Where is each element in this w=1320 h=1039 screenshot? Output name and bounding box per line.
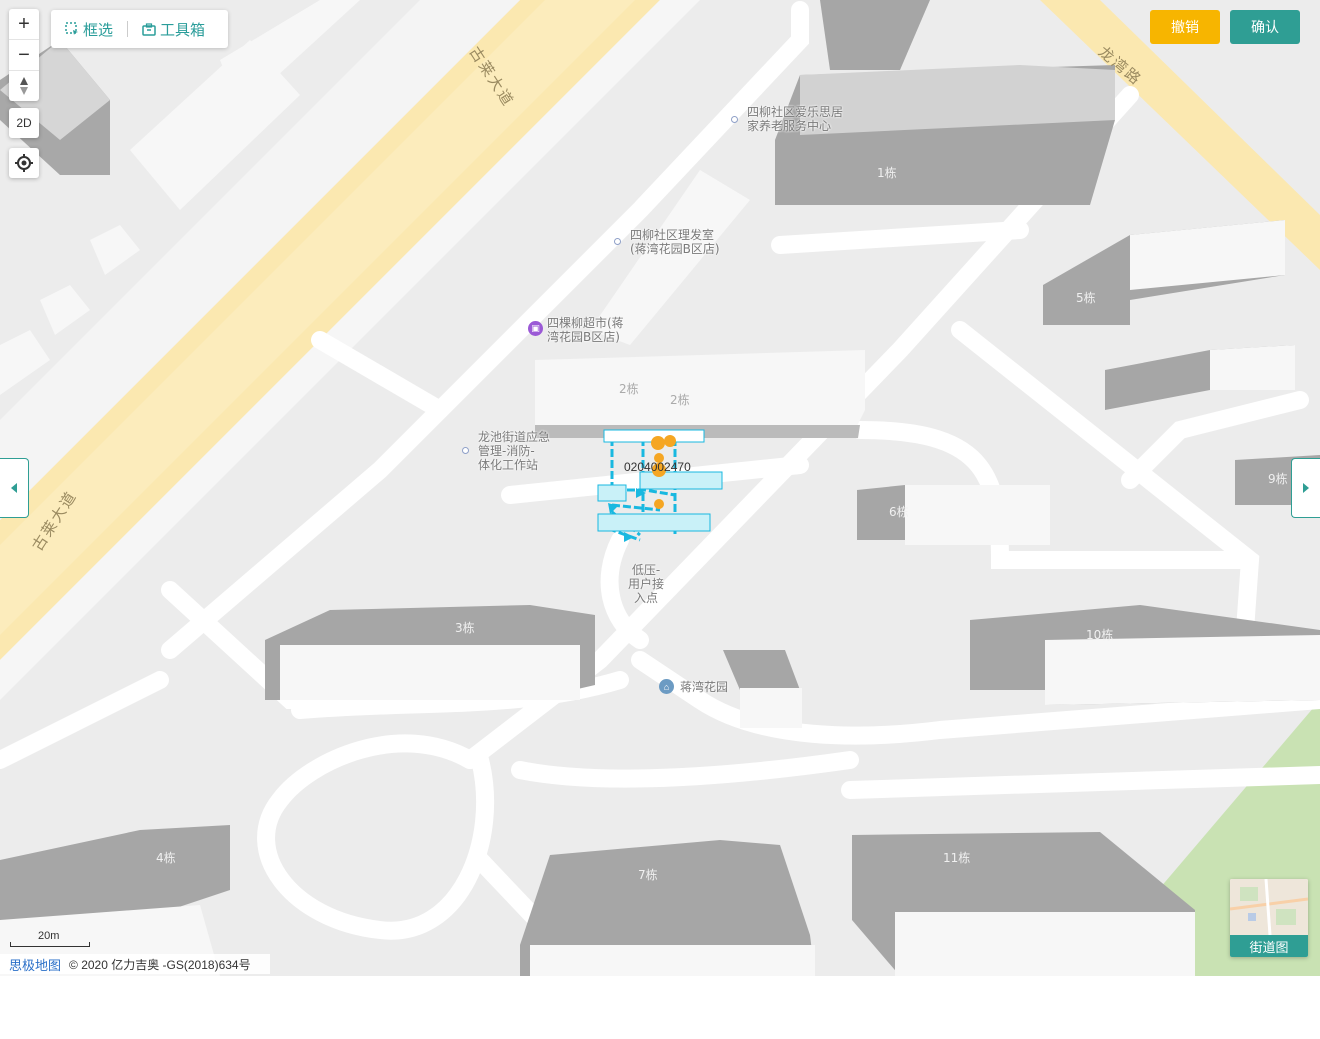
- toolbox-tool[interactable]: 工具箱: [128, 19, 219, 40]
- network-box: [597, 513, 711, 532]
- view-2d-button[interactable]: 2D: [9, 108, 39, 138]
- locate-icon: [15, 154, 33, 172]
- node: [651, 436, 665, 450]
- compass-icon: [20, 77, 28, 95]
- zoom-in-button[interactable]: +: [9, 9, 39, 40]
- street-view-thumbnail: [1230, 879, 1308, 936]
- locate-button[interactable]: [9, 148, 39, 178]
- expand-right-panel-button[interactable]: [1291, 458, 1320, 518]
- scale-bar: [10, 942, 90, 947]
- street-view-button[interactable]: 街道图: [1230, 879, 1308, 957]
- confirm-button[interactable]: 确认: [1230, 10, 1300, 44]
- copyright-text: © 2020 亿力吉奥 -GS(2018)634号: [69, 957, 251, 972]
- attribution: 思极地图 © 2020 亿力吉奥 -GS(2018)634号: [0, 954, 270, 974]
- street-view-label: 街道图: [1230, 935, 1308, 957]
- collapse-left-panel-button[interactable]: [0, 458, 29, 518]
- zoom-out-button[interactable]: −: [9, 40, 39, 71]
- map-brand-link[interactable]: 思极地图: [0, 955, 69, 974]
- box-select-label: 框选: [83, 21, 114, 39]
- toolbox-icon: [142, 22, 156, 36]
- box-select-tool[interactable]: 框选: [51, 19, 127, 40]
- box-select-icon: [65, 22, 78, 35]
- zoom-control: + −: [9, 9, 39, 101]
- network-box: [639, 471, 723, 490]
- chevron-right-icon: [1303, 483, 1309, 493]
- compass-button[interactable]: [9, 71, 39, 101]
- toolbox-label: 工具箱: [160, 21, 206, 39]
- toolbar: 框选 工具箱: [51, 10, 228, 48]
- network-overlay: [597, 429, 723, 542]
- undo-button[interactable]: 撤销: [1150, 10, 1220, 44]
- network-box: [597, 484, 627, 502]
- map-canvas[interactable]: 古莱大道 古莱大道 龙湾路 四柳社区爱乐思居 家养老服务中心 四柳社区理发室 (…: [0, 0, 1320, 976]
- chevron-left-icon: [11, 483, 17, 493]
- node: [654, 499, 664, 509]
- device-id-label[interactable]: 0204002470: [624, 460, 691, 474]
- scale-label: 20m: [38, 930, 60, 942]
- node: [664, 435, 676, 447]
